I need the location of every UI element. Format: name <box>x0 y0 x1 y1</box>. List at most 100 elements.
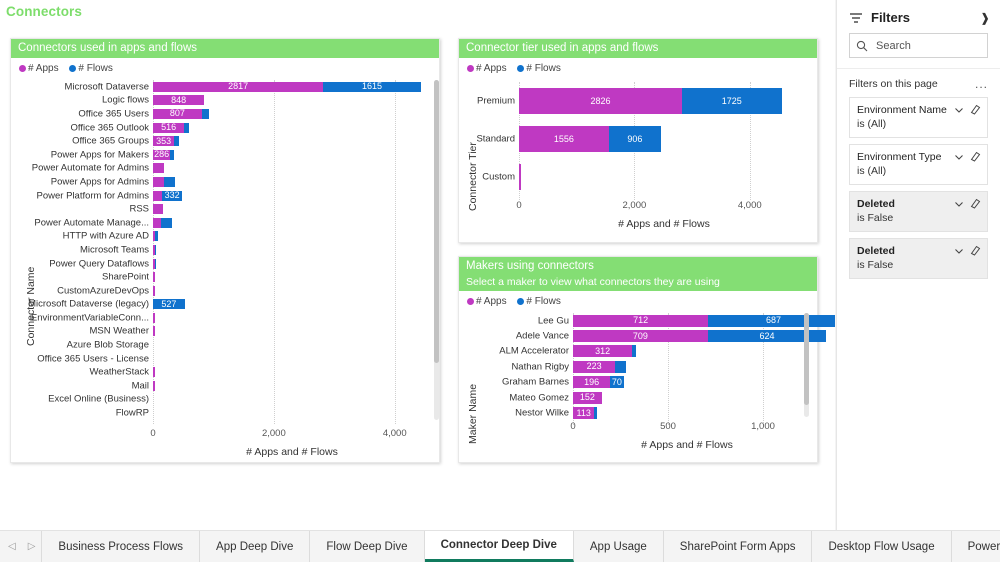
chart-row[interactable]: SharePoint <box>153 270 431 284</box>
category-label[interactable]: Office 365 Groups <box>72 136 149 147</box>
chart-row[interactable]: Microsoft Dataverse28171615 <box>153 80 431 94</box>
bar-segment-apps[interactable]: 286 <box>153 150 170 160</box>
chart-row[interactable]: Mateo Gomez152 <box>573 390 801 405</box>
stacked-bar[interactable] <box>153 204 163 214</box>
legend-item-apps[interactable]: # Apps <box>467 63 507 74</box>
bar-segment-apps[interactable] <box>153 272 155 282</box>
category-label[interactable]: EnvironmentVariableConn... <box>31 312 149 323</box>
bar-segment-apps[interactable]: 196 <box>573 376 610 388</box>
chart-row[interactable]: Power Apps for Makers286 <box>153 148 431 162</box>
bar-segment-flows[interactable]: 1725 <box>682 88 782 114</box>
bar-segment-apps[interactable] <box>153 191 162 201</box>
bar-segment-apps[interactable]: 152 <box>573 392 602 404</box>
stacked-bar[interactable]: 527 <box>153 299 185 309</box>
legend-item-flows[interactable]: # Flows <box>517 63 560 74</box>
stacked-bar[interactable]: 712687 <box>573 315 835 327</box>
bar-segment-apps[interactable] <box>153 313 155 323</box>
tab-app-deep-dive[interactable]: App Deep Dive <box>200 531 310 562</box>
chevron-down-icon[interactable] <box>954 246 964 256</box>
chart-row[interactable]: Logic flows848 <box>153 94 431 108</box>
bar-segment-flows[interactable] <box>615 361 625 373</box>
category-label[interactable]: Nestor Wilke <box>515 408 569 419</box>
category-label[interactable]: Power Apps for Admins <box>51 176 149 187</box>
legend-item-apps[interactable]: # Apps <box>19 63 59 74</box>
chart-row[interactable]: Mail <box>153 379 431 393</box>
bar-segment-apps[interactable] <box>153 218 161 228</box>
category-label[interactable]: Logic flows <box>102 95 149 106</box>
bar-segment-flows[interactable] <box>161 218 172 228</box>
stacked-bar[interactable]: 312 <box>573 345 636 357</box>
filter-card[interactable]: Deletedis False <box>849 238 988 279</box>
stacked-bar[interactable] <box>153 381 155 391</box>
bar-segment-flows[interactable] <box>184 123 189 133</box>
clear-filter-icon[interactable] <box>970 245 981 256</box>
bar-segment-flows[interactable] <box>202 109 210 119</box>
category-label[interactable]: CustomAzureDevOps <box>57 285 149 296</box>
stacked-bar[interactable]: 709624 <box>573 330 826 342</box>
stacked-bar[interactable] <box>153 367 155 377</box>
chart-row[interactable]: Adele Vance709624 <box>573 328 801 343</box>
chevron-down-icon[interactable] <box>954 152 964 162</box>
clear-filter-icon[interactable] <box>970 104 981 115</box>
visual-makers-scrollbar[interactable] <box>804 313 809 417</box>
stacked-bar[interactable] <box>153 272 155 282</box>
bar-segment-apps[interactable] <box>153 163 164 173</box>
chevron-down-icon[interactable] <box>954 199 964 209</box>
chart-row[interactable]: Premium28261725 <box>519 82 819 120</box>
category-label[interactable]: Power Apps for Makers <box>51 149 149 160</box>
bar-segment-apps[interactable] <box>153 381 155 391</box>
visual-connectors-used[interactable]: Connectors used in apps and flows # Apps… <box>10 38 440 463</box>
chart-row[interactable]: MSN Weather <box>153 325 431 339</box>
bar-segment-flows[interactable] <box>632 345 636 357</box>
bar-segment-flows[interactable] <box>170 150 174 160</box>
category-label[interactable]: Office 365 Users - License <box>37 353 149 364</box>
category-label[interactable]: Adele Vance <box>516 331 569 342</box>
visual-connectors-scrollbar[interactable] <box>434 80 439 420</box>
bar-segment-apps[interactable] <box>153 286 155 296</box>
filter-card[interactable]: Environment Nameis (All) <box>849 97 988 138</box>
stacked-bar[interactable]: 353 <box>153 136 179 146</box>
bar-segment-flows[interactable]: 332 <box>162 191 182 201</box>
chart-row[interactable]: RSS <box>153 202 431 216</box>
chart-row[interactable]: Graham Barnes19670 <box>573 375 801 390</box>
tab-connector-deep-dive[interactable]: Connector Deep Dive <box>425 531 574 562</box>
tab-sharepoint-form-apps[interactable]: SharePoint Form Apps <box>664 531 813 562</box>
stacked-bar[interactable] <box>153 259 156 269</box>
stacked-bar[interactable] <box>153 286 155 296</box>
bar-segment-apps[interactable]: 709 <box>573 330 708 342</box>
category-label[interactable]: ALM Accelerator <box>499 346 569 357</box>
category-label[interactable]: Lee Gu <box>538 315 569 326</box>
category-label[interactable]: Microsoft Dataverse (legacy) <box>28 299 149 310</box>
tab-flow-deep-dive[interactable]: Flow Deep Dive <box>310 531 424 562</box>
category-label[interactable]: Microsoft Dataverse <box>65 81 149 92</box>
category-label[interactable]: HTTP with Azure AD <box>63 231 149 242</box>
category-label[interactable]: Power Query Dataflows <box>49 258 149 269</box>
stacked-bar[interactable]: 223 <box>573 361 626 373</box>
bar-segment-apps[interactable]: 516 <box>153 123 184 133</box>
legend-item-flows[interactable]: # Flows <box>69 63 112 74</box>
expand-filters-icon[interactable]: ❱ <box>980 11 990 25</box>
bar-segment-apps[interactable] <box>153 177 164 187</box>
tab-business-process-flows[interactable]: Business Process Flows <box>42 531 200 562</box>
chart-row[interactable]: HTTP with Azure AD <box>153 230 431 244</box>
category-label[interactable]: Nathan Rigby <box>511 361 569 372</box>
chart-row[interactable]: Custom <box>519 158 819 196</box>
bar-segment-apps[interactable] <box>153 204 163 214</box>
category-label[interactable]: Mail <box>132 380 149 391</box>
stacked-bar[interactable] <box>153 177 175 187</box>
category-label[interactable]: Power Automate Manage... <box>34 217 149 228</box>
stacked-bar[interactable]: 332 <box>153 191 182 201</box>
bar-segment-apps[interactable] <box>153 326 155 336</box>
stacked-bar[interactable]: 848 <box>153 95 204 105</box>
bar-segment-apps[interactable]: 353 <box>153 136 174 146</box>
bar-segment-flows[interactable] <box>155 259 157 269</box>
bar-segment-apps[interactable]: 848 <box>153 95 204 105</box>
chart-row[interactable]: Office 365 Users807 <box>153 107 431 121</box>
bar-segment-apps[interactable]: 1556 <box>519 126 609 152</box>
bar-segment-flows[interactable] <box>155 231 159 241</box>
filter-card[interactable]: Environment Typeis (All) <box>849 144 988 185</box>
filter-card[interactable]: Deletedis False <box>849 191 988 232</box>
bar-segment-flows[interactable] <box>155 245 157 255</box>
chart-row[interactable]: Standard1556906 <box>519 120 819 158</box>
chart-row[interactable]: FlowRP <box>153 406 431 420</box>
